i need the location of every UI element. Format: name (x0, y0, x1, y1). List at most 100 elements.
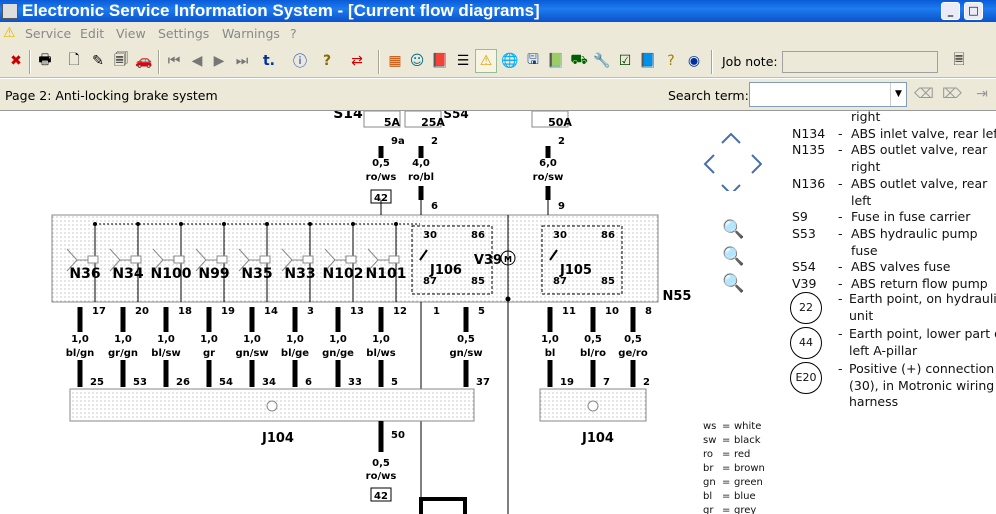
color-abbr: bl (703, 491, 713, 502)
zoom-out-icon[interactable]: 🔍 (722, 273, 744, 294)
notes-icon[interactable]: 🗐 (110, 49, 132, 73)
legend-text: Earth point, on hydraulic (849, 291, 996, 306)
update-icon[interactable]: ◉ (683, 49, 705, 73)
pan-down-icon[interactable] (721, 184, 741, 191)
vehicle-icon[interactable]: 🚗 (133, 49, 155, 73)
ref-number: 42 (374, 491, 388, 502)
list-icon[interactable]: ☰ (452, 49, 474, 73)
valve-label: N33 (284, 266, 315, 282)
prev-page-icon[interactable]: ◀ (186, 49, 208, 73)
book-icon[interactable]: 📕 (429, 49, 451, 73)
person-icon[interactable]: ☺ (406, 49, 428, 73)
info-icon[interactable]: ⓘ (289, 49, 311, 73)
connector-symbol (266, 400, 278, 412)
color-eq: = (722, 421, 731, 432)
jump-icon[interactable]: t. (258, 49, 280, 73)
exit-icon[interactable]: ✖ (5, 49, 27, 73)
wire-color: ro/ws (366, 471, 397, 482)
pin-number: 20 (135, 306, 149, 317)
wire-color: bl (545, 348, 556, 359)
valve-coil (388, 255, 400, 264)
wire-size: 0,5 (457, 334, 475, 345)
zoom-fit-icon[interactable]: 🔍 (722, 219, 744, 240)
terminal-number: 19 (560, 377, 574, 388)
manual-icon[interactable]: 📗 (545, 49, 567, 73)
terminal-number: 6 (305, 377, 312, 388)
search-go-icon[interactable]: ⇥ (971, 82, 993, 106)
help-icon[interactable]: ? (316, 49, 338, 73)
zoom-in-icon[interactable]: 🔍 (722, 246, 744, 267)
wire-color: gr (203, 348, 215, 359)
pan-up-icon[interactable] (721, 132, 741, 144)
switch-icon[interactable]: ⇄ (346, 49, 368, 73)
fuse-amp: 5A (384, 116, 401, 129)
menu-warnings[interactable]: Warnings (222, 26, 280, 41)
address-bar: Page 2: Anti-locking brake system Search… (0, 79, 996, 111)
legend-text: Positive (+) connection (849, 361, 995, 376)
legend-code: N135 (792, 142, 826, 158)
components-icon[interactable]: ▦ (384, 49, 406, 73)
pan-right-icon[interactable] (751, 154, 762, 174)
minimize-button[interactable]: _ (941, 2, 960, 20)
first-page-icon[interactable]: ⏮ (163, 49, 185, 73)
menu-edit[interactable]: Edit (80, 26, 104, 41)
pan-arrows[interactable] (700, 121, 762, 191)
pin-number: 2 (558, 136, 565, 147)
pin-number: 5 (478, 306, 485, 317)
relay-label: J106 (429, 263, 462, 278)
search-input[interactable]: ▼ (749, 82, 907, 107)
relay-pin: 85 (601, 276, 615, 287)
color-name: red (734, 449, 751, 460)
menu-settings[interactable]: Settings (158, 26, 209, 41)
search-forward-icon[interactable]: ⌦ (941, 82, 963, 106)
last-page-icon[interactable]: ⏭ (231, 49, 253, 73)
menu-view[interactable]: View (116, 26, 146, 41)
menu-service[interactable]: Service (25, 26, 71, 41)
save-icon[interactable]: 🖫 (522, 49, 544, 73)
menu-help[interactable]: ? (290, 26, 297, 41)
wire-color: ge/ro (618, 348, 648, 359)
service-book-icon[interactable]: 📘 (637, 49, 659, 73)
wire-size: 0,5 (372, 458, 390, 469)
wire-color: gn/ge (322, 348, 354, 359)
pin-number: 19 (221, 306, 235, 317)
color-eq: = (722, 505, 731, 514)
relay-pin: 30 (553, 230, 567, 241)
wiring-diagram: N555A 25A 50AS14 S549a0,5ro/ws4224,0ro/bl62… (51, 111, 691, 514)
valve-coil (345, 255, 357, 264)
job-note-edit-icon[interactable]: 🗏 (948, 49, 970, 73)
color-name: brown (734, 463, 765, 474)
help-book-icon[interactable]: ? (660, 49, 682, 73)
legend-code: N136 (792, 175, 826, 191)
color-name: green (734, 477, 763, 488)
diagnosis-icon[interactable]: 🔧 (591, 49, 613, 73)
chevron-down-icon[interactable]: ▼ (890, 83, 906, 106)
print-icon[interactable]: 🖶 (34, 49, 56, 73)
pin-number: 8 (645, 306, 652, 317)
pan-left-icon[interactable] (703, 154, 715, 174)
legend-text: ABS outlet valve, rear (851, 175, 988, 191)
wire-size: 4,0 (412, 158, 430, 169)
warnings-icon[interactable]: ⚠ (475, 49, 497, 73)
legend-code: S53 (792, 225, 816, 241)
maximize-button[interactable]: □ (964, 2, 983, 20)
color-abbr: ws (703, 421, 717, 432)
relay-label: J105 (559, 263, 592, 278)
new-document-icon[interactable]: 🗋 (63, 49, 85, 73)
diagram-view[interactable]: N55 5A 25A 50A S14 S54 9a 0,5 ro/ws 42 2 4,0 ro/bl 6 2… (0, 111, 996, 514)
wire-color: bl/sw (151, 348, 180, 359)
menu-bar: ⚠ Service Edit View Settings Warnings ? (0, 22, 996, 44)
earth-point-symbol: E20 (790, 362, 822, 394)
car-icon[interactable]: ⛟ (568, 49, 590, 73)
relay-pin: 85 (471, 276, 485, 287)
checklist-icon[interactable]: ☑ (614, 49, 636, 73)
globe-icon[interactable]: 🌐 (499, 49, 521, 73)
terminal-number: 2 (643, 377, 650, 388)
wire-size: 1,0 (329, 334, 347, 345)
terminal-number: 26 (176, 377, 190, 388)
edit-document-icon[interactable]: ✎ (87, 49, 109, 73)
next-page-icon[interactable]: ▶ (208, 49, 230, 73)
job-note-field[interactable] (782, 51, 938, 73)
search-back-icon[interactable]: ⌫ (913, 82, 935, 106)
terminal-number: 5 (391, 377, 398, 388)
